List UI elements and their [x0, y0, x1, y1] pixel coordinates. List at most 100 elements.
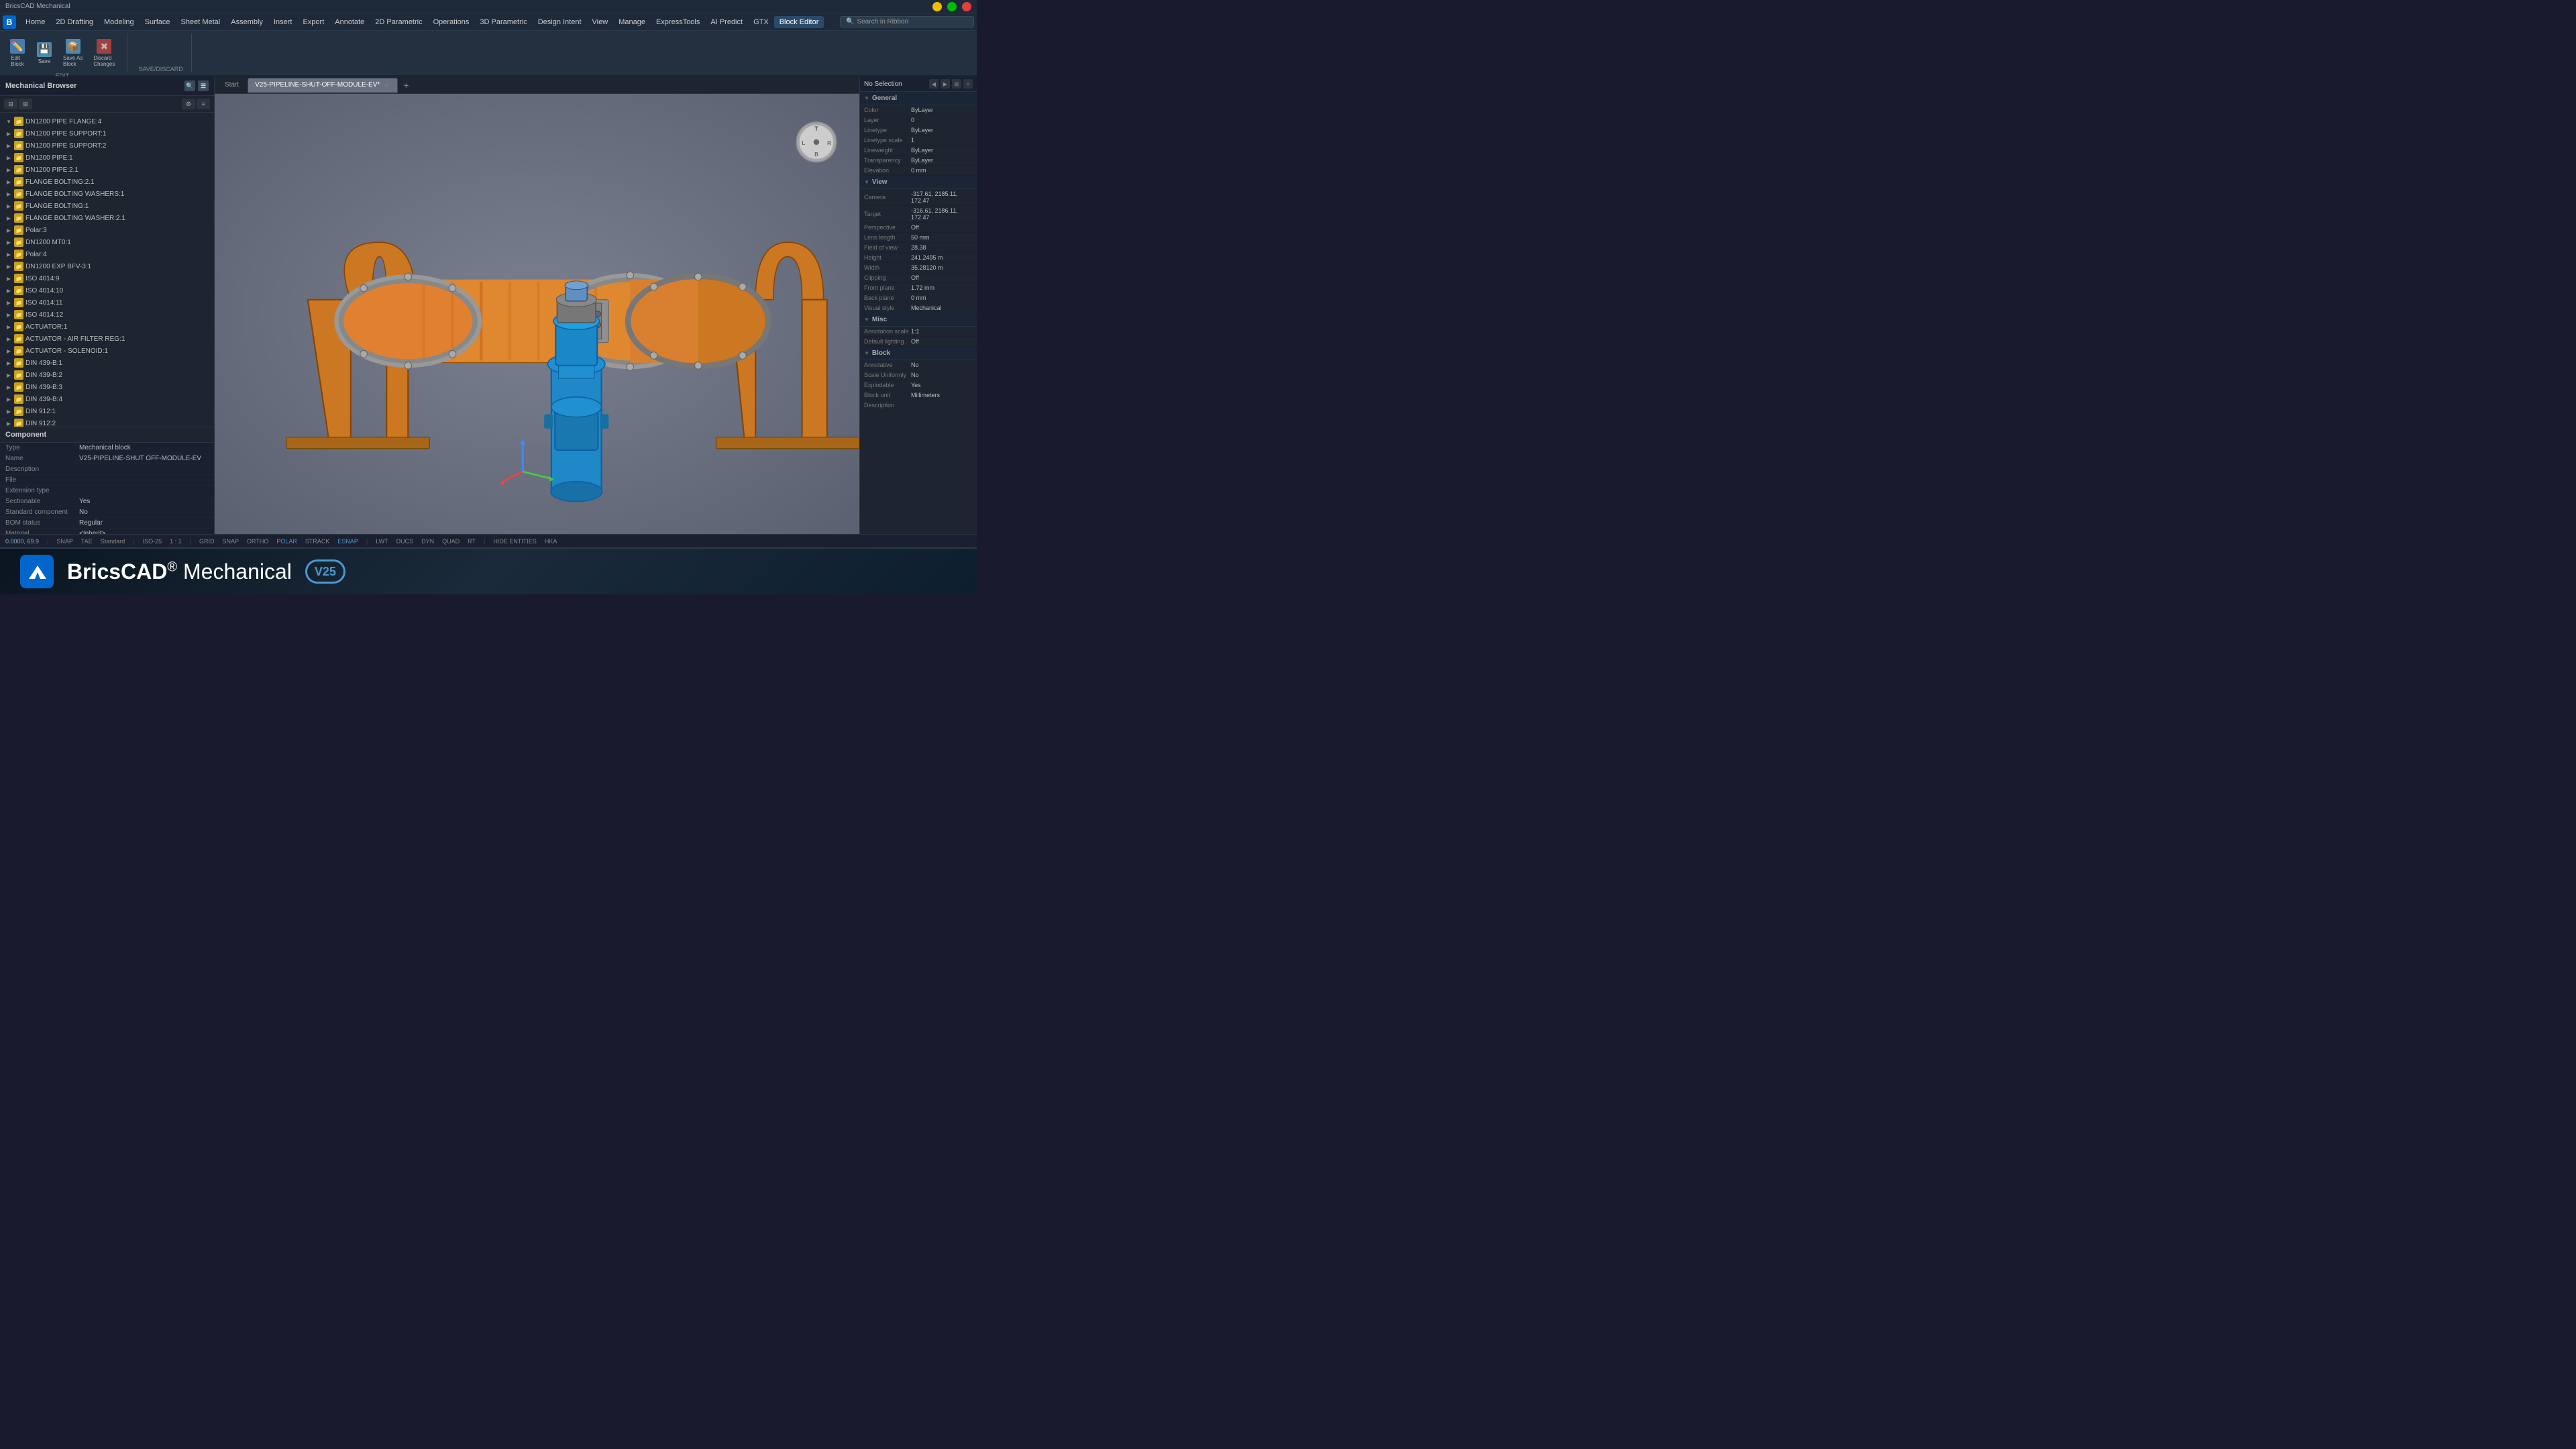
tree-expand-icon[interactable]: ▶ [5, 347, 12, 354]
menu-item-assembly[interactable]: Assembly [225, 16, 268, 28]
menu-item-surface[interactable]: Surface [140, 16, 176, 28]
menu-item-3d-parametric[interactable]: 3D Parametric [474, 16, 532, 28]
tree-expand-icon[interactable]: ▶ [5, 215, 12, 221]
settings-button[interactable]: ≡ [197, 99, 210, 109]
snap-button[interactable]: SNAP [223, 538, 239, 545]
tree-expand-icon[interactable]: ▶ [5, 154, 12, 161]
collapse-all-button[interactable]: ⊟ [4, 99, 17, 109]
menu-item-sheet-metal[interactable]: Sheet Metal [176, 16, 226, 28]
menu-item-annotate[interactable]: Annotate [329, 16, 370, 28]
tree-expand-icon[interactable]: ▶ [5, 239, 12, 246]
minimize-button[interactable] [932, 2, 942, 11]
tree-expand-icon[interactable]: ▶ [5, 384, 12, 390]
tree-expand-icon[interactable]: ▶ [5, 372, 12, 378]
tree-item[interactable]: ▶📁DIN 912:1 [0, 405, 214, 417]
viewport[interactable]: StartV25-PIPELINE-SHUT-OFF-MODULE-EV*×+ [215, 76, 859, 534]
tree-item[interactable]: ▶📁Polar:3 [0, 224, 214, 236]
menu-item-insert[interactable]: Insert [268, 16, 298, 28]
tree-item[interactable]: ▶📁DN1200 PIPE SUPPORT:1 [0, 127, 214, 140]
menu-item-modeling[interactable]: Modeling [99, 16, 140, 28]
tree-expand-icon[interactable]: ▶ [5, 299, 12, 306]
tree-item[interactable]: ▶📁DN1200 EXP BFV-3:1 [0, 260, 214, 272]
menu-item-design-intent[interactable]: Design Intent [533, 16, 587, 28]
tree-content[interactable]: ▼📁DN1200 PIPE FLANGE:4▶📁DN1200 PIPE SUPP… [0, 113, 214, 427]
tree-expand-icon[interactable]: ▶ [5, 396, 12, 402]
tree-expand-icon[interactable]: ▶ [5, 178, 12, 185]
tree-item[interactable]: ▶📁DN1200 MT0:1 [0, 236, 214, 248]
menu-item-gtx[interactable]: GTX [748, 16, 774, 28]
tab-add-button[interactable]: + [399, 78, 413, 92]
close-button[interactable] [962, 2, 971, 11]
tree-expand-icon[interactable]: ▶ [5, 311, 12, 318]
tree-expand-icon[interactable]: ▶ [5, 408, 12, 415]
menu-item-2d-drafting[interactable]: 2D Drafting [50, 16, 99, 28]
save-button[interactable]: 💾 Save [32, 40, 56, 67]
tree-expand-icon[interactable]: ▶ [5, 275, 12, 282]
tree-expand-icon[interactable]: ▼ [5, 118, 12, 125]
tree-item[interactable]: ▶📁Polar:4 [0, 248, 214, 260]
polar-button[interactable]: POLAR [276, 538, 297, 545]
tree-expand-icon[interactable]: ▶ [5, 166, 12, 173]
rp-icon-2[interactable]: ▶ [941, 79, 950, 89]
tree-item[interactable]: ▶📁ACTUATOR:1 [0, 321, 214, 333]
tree-item[interactable]: ▶📁ISO 4014:10 [0, 284, 214, 297]
tree-expand-icon[interactable]: ▶ [5, 263, 12, 270]
browser-menu-icon[interactable]: ☰ [198, 80, 209, 91]
grid-button[interactable]: GRID [199, 538, 215, 545]
titlebar-controls[interactable] [932, 2, 971, 11]
tree-expand-icon[interactable]: ▶ [5, 420, 12, 427]
tree-expand-icon[interactable]: ▶ [5, 287, 12, 294]
ducs-button[interactable]: DUCS [396, 538, 414, 545]
ortho-button[interactable]: ORTHO [247, 538, 268, 545]
tree-item[interactable]: ▶📁DIN 912:2 [0, 417, 214, 427]
tree-item[interactable]: ▶📁DN1200 PIPE:2.1 [0, 164, 214, 176]
tree-item[interactable]: ▶📁DN1200 PIPE:1 [0, 152, 214, 164]
search-ribbon[interactable]: 🔍 Search in Ribbon [840, 16, 974, 28]
menu-item-operations[interactable]: Operations [428, 16, 475, 28]
tree-expand-icon[interactable]: ▶ [5, 251, 12, 258]
rp-section-header[interactable]: ▼View [860, 176, 977, 189]
tab-close-button[interactable]: × [382, 81, 390, 89]
browser-search-icon[interactable]: 🔍 [184, 80, 195, 91]
esnap-button[interactable]: ESNAP [337, 538, 358, 545]
tab-1[interactable]: V25-PIPELINE-SHUT-OFF-MODULE-EV*× [248, 78, 398, 93]
filter-button[interactable]: ⚙ [182, 99, 195, 109]
tree-item[interactable]: ▶📁ACTUATOR - SOLENOID:1 [0, 345, 214, 357]
edit-block-button[interactable]: ✏️ EditBlock [5, 36, 30, 70]
tree-item[interactable]: ▶📁FLANGE BOLTING WASHERS:1 [0, 188, 214, 200]
tree-expand-icon[interactable]: ▶ [5, 360, 12, 366]
tree-item[interactable]: ▶📁ISO 4014:12 [0, 309, 214, 321]
rp-icon-4[interactable]: ≡ [963, 79, 973, 89]
tree-item[interactable]: ▶📁ISO 4014:11 [0, 297, 214, 309]
save-as-block-button[interactable]: 📦 Save AsBlock [59, 36, 87, 70]
rp-icon-1[interactable]: ◀ [929, 79, 938, 89]
tree-item[interactable]: ▶📁FLANGE BOLTING:2.1 [0, 176, 214, 188]
tree-expand-icon[interactable]: ▶ [5, 323, 12, 330]
menu-item-home[interactable]: Home [20, 16, 50, 28]
maximize-button[interactable] [947, 2, 957, 11]
dyn-button[interactable]: DYN [421, 538, 434, 545]
menu-item-2d-parametric[interactable]: 2D Parametric [370, 16, 427, 28]
menu-item-block-editor[interactable]: Block Editor [774, 16, 824, 28]
tree-expand-icon[interactable]: ▶ [5, 191, 12, 197]
menu-item-ai-predict[interactable]: AI Predict [705, 16, 748, 28]
tree-item[interactable]: ▼📁DN1200 PIPE FLANGE:4 [0, 115, 214, 127]
expand-all-button[interactable]: ⊞ [19, 99, 32, 109]
rp-icon-3[interactable]: ⊠ [952, 79, 961, 89]
tree-item[interactable]: ▶📁FLANGE BOLTING:1 [0, 200, 214, 212]
quad-button[interactable]: QUAD [442, 538, 460, 545]
rp-section-header[interactable]: ▼General [860, 92, 977, 105]
tree-item[interactable]: ▶📁DIN 439-B:2 [0, 369, 214, 381]
rt-button[interactable]: RT [468, 538, 476, 545]
tree-item[interactable]: ▶📁DIN 439-B:1 [0, 357, 214, 369]
menu-item-view[interactable]: View [587, 16, 614, 28]
tree-expand-icon[interactable]: ▶ [5, 335, 12, 342]
tree-expand-icon[interactable]: ▶ [5, 227, 12, 233]
menu-item-export[interactable]: Export [297, 16, 329, 28]
tree-item[interactable]: ▶📁DIN 439-B:4 [0, 393, 214, 405]
tree-expand-icon[interactable]: ▶ [5, 130, 12, 137]
hka-button[interactable]: HKA [545, 538, 557, 545]
tree-item[interactable]: ▶📁DIN 439-B:3 [0, 381, 214, 393]
menu-item-expresstools[interactable]: ExpressTools [651, 16, 705, 28]
tree-expand-icon[interactable]: ▶ [5, 142, 12, 149]
